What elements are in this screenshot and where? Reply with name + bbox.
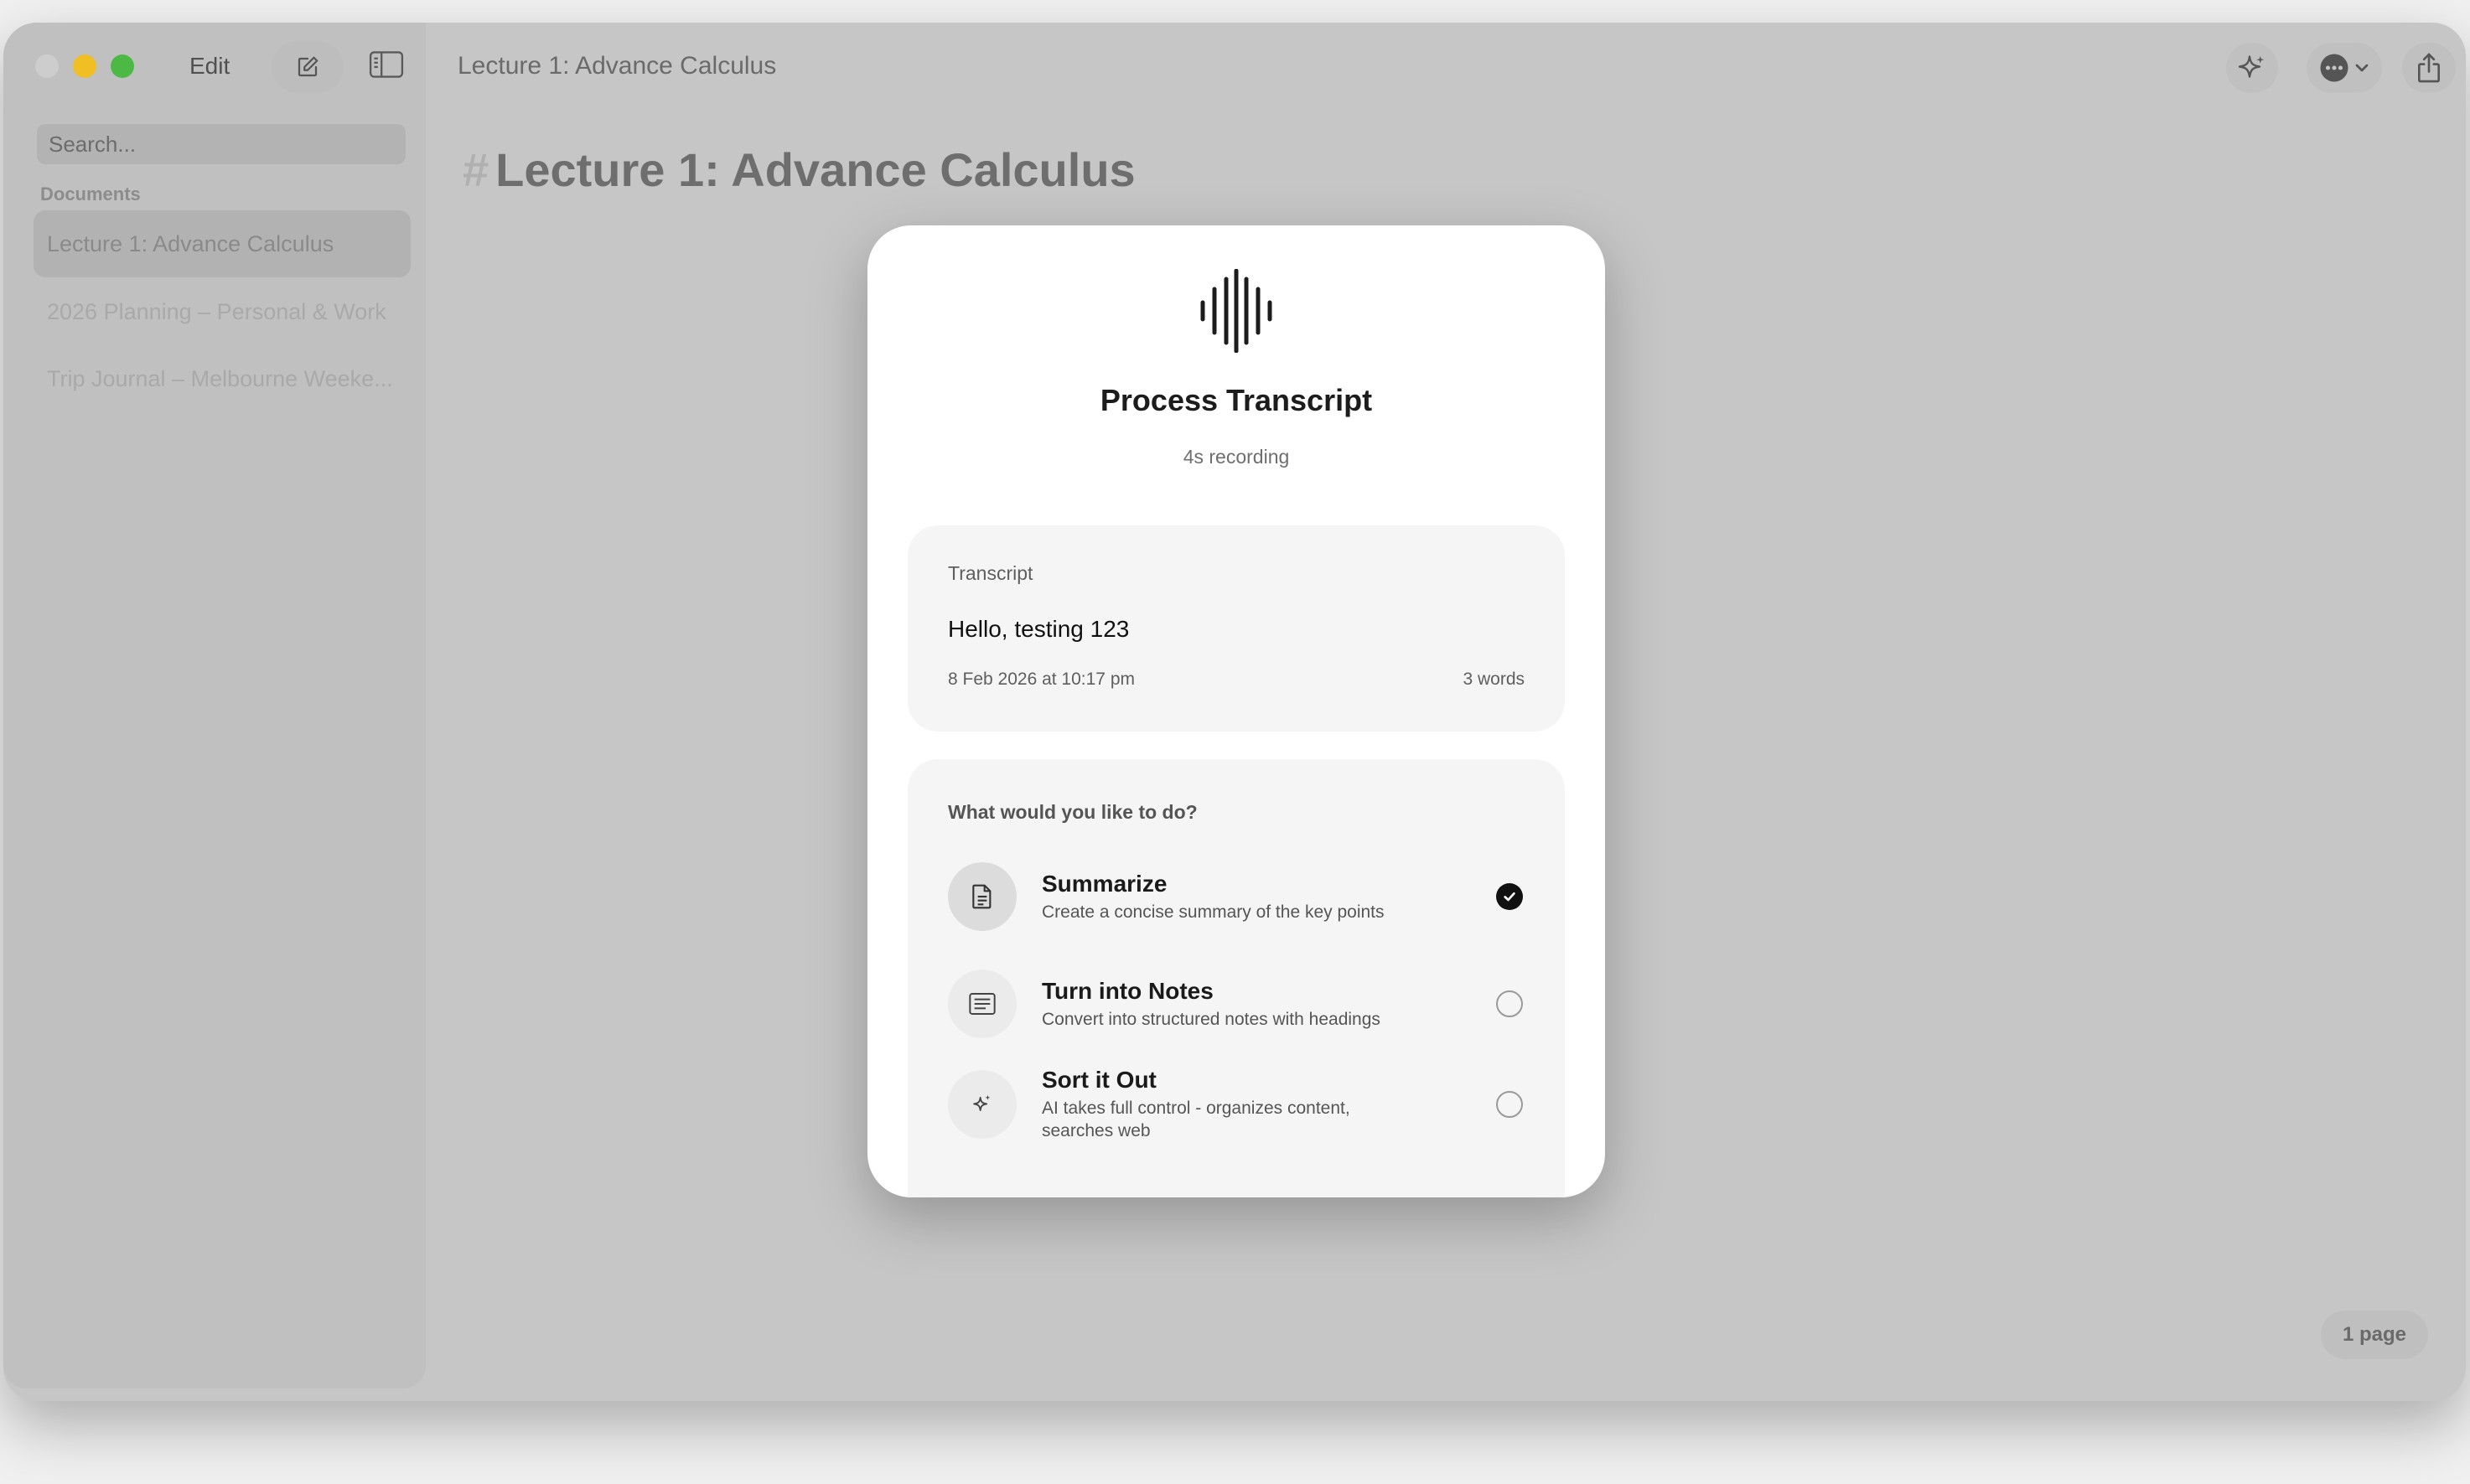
option-title: Turn into Notes [1042, 978, 1214, 1004]
new-document-button[interactable] [272, 41, 344, 93]
window-zoom-button[interactable] [111, 54, 134, 78]
document-heading-text: Lecture 1: Advance Calculus [495, 143, 1136, 196]
share-button[interactable] [2402, 43, 2456, 93]
waveform-icon [1200, 269, 1272, 353]
process-transcript-dialog: Process Transcript 4s recording Transcri… [867, 225, 1605, 1197]
dialog-title: Process Transcript [1100, 383, 1373, 417]
action-options-card: What would you like to do? Summarize Cre… [908, 759, 1565, 1197]
more-options-button[interactable] [2307, 43, 2382, 93]
selected-check-icon[interactable] [1496, 883, 1523, 910]
page-count-badge: 1 page [2321, 1311, 2428, 1359]
sidebar-item-trip-journal[interactable]: Trip Journal – Melbourne Weeke... [34, 345, 411, 412]
edit-menu-button[interactable]: Edit [189, 53, 230, 80]
document-heading[interactable]: # Lecture 1: Advance Calculus [463, 142, 1136, 197]
window-minimize-button[interactable] [73, 54, 96, 78]
transcript-text: Hello, testing 123 [948, 616, 1130, 642]
ellipsis-circle-icon [2320, 54, 2348, 82]
sidebar-item-lecture-1[interactable]: Lecture 1: Advance Calculus [34, 210, 411, 277]
chevron-down-icon [2355, 64, 2369, 72]
sparkle-icon [2238, 55, 2265, 78]
option-description: Convert into structured notes with headi… [1042, 1010, 1380, 1029]
recording-duration: 4s recording [1183, 446, 1290, 468]
option-title: Summarize [1042, 871, 1168, 897]
heading-marker: # [463, 143, 489, 196]
transcript-card: Transcript Hello, testing 123 8 Feb 2026… [908, 525, 1565, 732]
sidebar-icon [369, 51, 404, 78]
option-turn-into-notes[interactable]: Turn into Notes Convert into structured … [948, 970, 1526, 1038]
transcript-word-count: 3 words [1463, 670, 1525, 689]
transcript-label: Transcript [948, 562, 1033, 584]
unselected-radio[interactable] [1496, 990, 1523, 1017]
sidebar-toggle-button[interactable] [369, 51, 404, 82]
options-prompt: What would you like to do? [948, 801, 1198, 823]
document-icon [948, 862, 1017, 931]
unselected-radio[interactable] [1496, 1091, 1523, 1118]
notes-list-icon [948, 970, 1017, 1038]
ai-assist-button[interactable] [2226, 43, 2278, 93]
window-close-button[interactable] [35, 54, 59, 78]
sidebar: Edit Documents Lecture 1: Advance Calcul… [3, 23, 426, 1388]
sparkle-icon [948, 1070, 1017, 1139]
sidebar-item-2026-planning[interactable]: 2026 Planning – Personal & Work [34, 278, 411, 345]
compose-icon [298, 56, 318, 77]
option-summarize[interactable]: Summarize Create a concise summary of th… [948, 862, 1526, 931]
window-title: Lecture 1: Advance Calculus [458, 52, 777, 80]
option-description: AI takes full control - organizes conten… [1042, 1099, 1350, 1140]
option-title: Sort it Out [1042, 1067, 1157, 1093]
transcript-date: 8 Feb 2026 at 10:17 pm [948, 670, 1135, 689]
share-icon [2417, 53, 2441, 83]
option-description: Create a concise summary of the key poin… [1042, 902, 1385, 922]
documents-section-label: Documents [40, 184, 141, 204]
option-sort-it-out[interactable]: Sort it Out AI takes full control - orga… [948, 1067, 1526, 1145]
search-input[interactable] [37, 124, 406, 164]
